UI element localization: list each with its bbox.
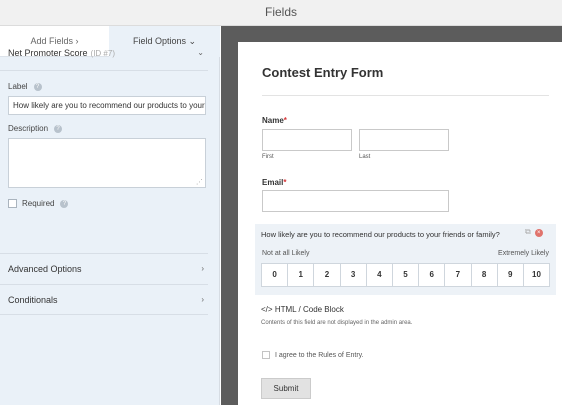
html-block-title[interactable]: </> HTML / Code Block xyxy=(261,305,344,314)
first-sublabel: First xyxy=(262,154,274,160)
last-sublabel: Last xyxy=(359,154,371,160)
divider xyxy=(262,95,549,96)
chevron-right-icon: › xyxy=(201,264,204,273)
name-field-label[interactable]: Name* xyxy=(262,116,287,125)
tab-field-options-label: Field Options xyxy=(132,36,186,46)
divider xyxy=(0,314,208,315)
first-name-input[interactable] xyxy=(262,129,352,151)
field-options-header[interactable]: Net Promoter Score (ID #7) ⌄ xyxy=(8,48,208,64)
divider xyxy=(0,70,208,71)
html-block-description: Contents of this field are not displayed… xyxy=(261,320,413,326)
required-mark: * xyxy=(283,178,287,187)
divider xyxy=(0,253,208,254)
email-field-label[interactable]: Email* xyxy=(262,178,286,187)
chevron-down-icon: ⌄ xyxy=(188,36,197,46)
nps-high-label: Extremely Likely xyxy=(498,250,549,257)
email-input[interactable] xyxy=(262,190,449,212)
label-field-label: Label? xyxy=(8,82,42,91)
nps-option[interactable]: 8 xyxy=(470,263,498,287)
field-type-name: Net Promoter Score xyxy=(8,48,88,58)
nps-option[interactable]: 5 xyxy=(391,263,420,287)
nps-option[interactable]: 3 xyxy=(339,263,367,287)
nps-option[interactable]: 2 xyxy=(313,263,341,287)
conditionals-toggle[interactable]: Conditionals › xyxy=(8,295,208,309)
nps-option[interactable]: 1 xyxy=(287,263,315,287)
agree-label: I agree to the Rules of Entry. xyxy=(275,351,364,359)
agree-checkbox[interactable] xyxy=(262,351,270,359)
chevron-down-icon[interactable]: ⌄ xyxy=(197,48,204,57)
label-input[interactable]: How likely are you to recommend our prod… xyxy=(8,96,206,115)
description-field-label: Description? xyxy=(8,124,63,133)
nps-option[interactable]: 6 xyxy=(418,263,446,287)
duplicate-icon[interactable]: ⧉ xyxy=(525,227,531,236)
question-circle-icon[interactable]: ? xyxy=(54,124,63,133)
delete-icon[interactable]: × xyxy=(534,229,543,237)
tab-add-fields-label: Add Fields xyxy=(30,36,73,46)
advanced-options-toggle[interactable]: Advanced Options › xyxy=(8,264,208,278)
required-label: Required xyxy=(22,199,55,208)
nps-low-label: Not at all Likely xyxy=(262,250,310,257)
nps-option[interactable]: 9 xyxy=(496,263,524,287)
rules-agreement: I agree to the Rules of Entry. xyxy=(262,351,364,359)
divider xyxy=(0,284,208,285)
builder-topbar: Fields xyxy=(0,0,562,26)
chevron-right-icon: › xyxy=(75,36,79,46)
nps-option[interactable]: 0 xyxy=(261,263,289,287)
resize-grip-icon[interactable]: ⋰ xyxy=(196,178,203,186)
code-icon: </> xyxy=(261,305,273,314)
question-circle-icon[interactable]: ? xyxy=(33,82,42,91)
required-option: Required? xyxy=(8,199,69,211)
field-actions: ⧉ × xyxy=(525,227,543,237)
submit-button[interactable]: Submit xyxy=(261,378,311,399)
form-title: Contest Entry Form xyxy=(262,65,384,80)
question-circle-icon[interactable]: ? xyxy=(60,199,69,208)
field-id: (ID #7) xyxy=(90,49,115,58)
nps-option[interactable]: 10 xyxy=(522,263,551,287)
required-mark: * xyxy=(283,116,287,125)
nps-option[interactable]: 7 xyxy=(444,263,472,287)
required-checkbox[interactable] xyxy=(8,199,17,209)
nps-scale: 0 1 2 3 4 5 6 7 8 9 10 xyxy=(261,263,551,287)
description-textarea[interactable]: ⋰ xyxy=(8,138,206,188)
topbar-title: Fields xyxy=(264,5,297,19)
chevron-right-icon: › xyxy=(201,295,204,304)
last-name-input[interactable] xyxy=(359,129,449,151)
nps-question: How likely are you to recommend our prod… xyxy=(261,230,500,239)
nps-option[interactable]: 4 xyxy=(365,263,393,287)
